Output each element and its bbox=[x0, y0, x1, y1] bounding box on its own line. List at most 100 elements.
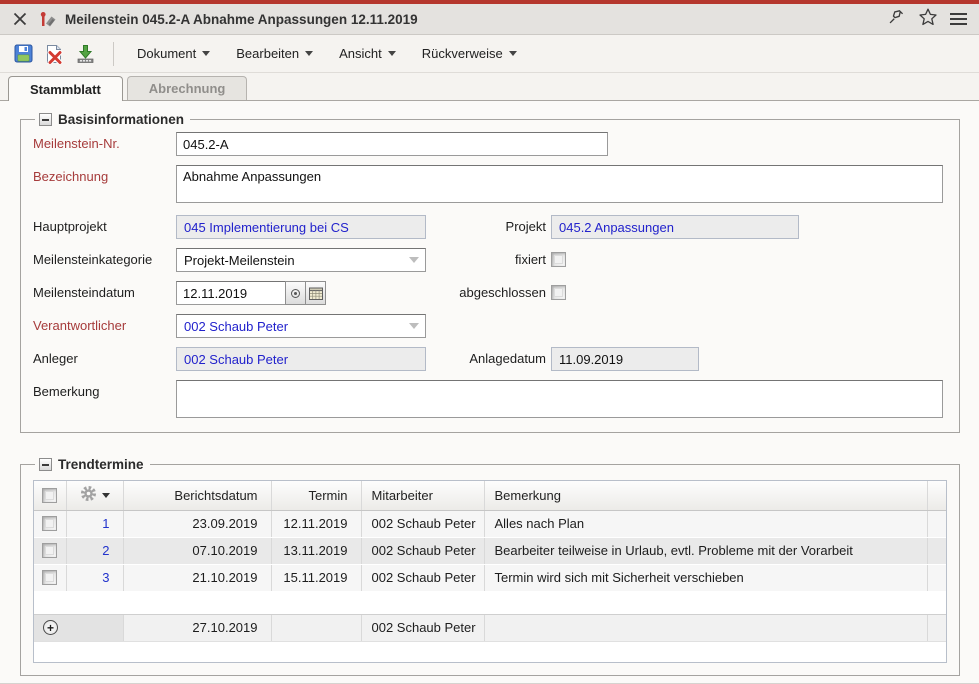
verantwortlicher-select[interactable]: 002 Schaub Peter bbox=[176, 314, 426, 338]
trendtermine-table: Berichtsdatum Termin Mitarbeiter Bemerku… bbox=[33, 480, 947, 663]
cell-bemerkung: Termin wird sich mit Sicherheit verschie… bbox=[484, 564, 927, 591]
cell-bemerkung: Bearbeiter teilweise in Urlaub, evtl. Pr… bbox=[484, 537, 927, 564]
chevron-down-icon bbox=[509, 51, 517, 60]
meilensteinkategorie-select[interactable]: Projekt-Meilenstein bbox=[176, 248, 426, 272]
new-termin[interactable] bbox=[271, 614, 361, 641]
actions-header[interactable] bbox=[66, 481, 123, 510]
fixiert-checkbox[interactable] bbox=[551, 252, 566, 267]
meilenstein-nr-input[interactable] bbox=[176, 132, 608, 156]
table-row: 2 07.10.2019 13.11.2019 002 Schaub Peter… bbox=[34, 537, 946, 564]
chevron-down-icon bbox=[409, 257, 419, 268]
toolbar: Dokument Bearbeiten Ansicht Rückverweise bbox=[0, 35, 979, 73]
menu-rueckverweise[interactable]: Rückverweise bbox=[422, 46, 517, 61]
add-row: + 27.10.2019 002 Schaub Peter bbox=[34, 614, 946, 641]
tab-stammblatt[interactable]: Stammblatt bbox=[8, 76, 123, 101]
new-mitarbeiter[interactable]: 002 Schaub Peter bbox=[361, 614, 484, 641]
chevron-down-icon bbox=[388, 51, 396, 60]
chevron-down-icon bbox=[409, 323, 419, 334]
table-header-row: Berichtsdatum Termin Mitarbeiter Bemerku… bbox=[34, 481, 946, 510]
content: Basisinformationen Meilenstein-Nr. Bezei… bbox=[0, 101, 979, 676]
hauptprojekt-label: Hauptprojekt bbox=[33, 215, 176, 234]
table-fill bbox=[34, 641, 946, 662]
row-number-link[interactable]: 3 bbox=[66, 564, 123, 591]
select-all-header bbox=[34, 481, 66, 510]
table-row: 1 23.09.2019 12.11.2019 002 Schaub Peter… bbox=[34, 510, 946, 537]
section-trendtermine: Trendtermine bbox=[20, 457, 960, 676]
cell-termin: 15.11.2019 bbox=[271, 564, 361, 591]
pin-icon[interactable] bbox=[887, 7, 906, 31]
col-header-berichtsdatum[interactable]: Berichtsdatum bbox=[123, 481, 271, 510]
today-icon[interactable] bbox=[285, 281, 306, 305]
chevron-down-icon bbox=[305, 51, 313, 60]
row-checkbox[interactable] bbox=[42, 570, 57, 585]
row-number-link[interactable]: 2 bbox=[66, 537, 123, 564]
header-spacer bbox=[927, 481, 946, 510]
col-header-termin[interactable]: Termin bbox=[271, 481, 361, 510]
collapse-icon[interactable] bbox=[39, 113, 52, 126]
section-basisinformationen: Basisinformationen Meilenstein-Nr. Bezei… bbox=[20, 112, 960, 433]
meilensteinkategorie-label: Meilensteinkategorie bbox=[33, 248, 176, 267]
cell-berichtsdatum: 21.10.2019 bbox=[123, 564, 271, 591]
cell-mitarbeiter: 002 Schaub Peter bbox=[361, 564, 484, 591]
cell-berichtsdatum: 07.10.2019 bbox=[123, 537, 271, 564]
milestone-dialog: Meilenstein 045.2-A Abnahme Anpassungen … bbox=[0, 0, 979, 684]
row-number-link[interactable]: 1 bbox=[66, 510, 123, 537]
col-header-bemerkung[interactable]: Bemerkung bbox=[484, 481, 927, 510]
menu-dokument[interactable]: Dokument bbox=[137, 46, 210, 61]
bezeichnung-textarea[interactable] bbox=[176, 165, 943, 203]
collapse-icon[interactable] bbox=[39, 458, 52, 471]
col-header-mitarbeiter[interactable]: Mitarbeiter bbox=[361, 481, 484, 510]
meilensteindatum-input[interactable] bbox=[176, 281, 286, 305]
projekt-field[interactable]: 045.2 Anpassungen bbox=[551, 215, 799, 239]
section-basisinformationen-legend: Basisinformationen bbox=[35, 112, 190, 127]
row-checkbox[interactable] bbox=[42, 516, 57, 531]
gear-icon[interactable] bbox=[80, 485, 97, 505]
bemerkung-label: Bemerkung bbox=[33, 380, 176, 399]
cell-termin: 13.11.2019 bbox=[271, 537, 361, 564]
cell-mitarbeiter: 002 Schaub Peter bbox=[361, 510, 484, 537]
anleger-label: Anleger bbox=[33, 347, 176, 366]
abgeschlossen-label: abgeschlossen bbox=[426, 281, 546, 300]
projekt-label: Projekt bbox=[426, 215, 546, 234]
menu-bearbeiten[interactable]: Bearbeiten bbox=[236, 46, 313, 61]
abgeschlossen-checkbox[interactable] bbox=[551, 285, 566, 300]
save-button[interactable] bbox=[10, 41, 36, 67]
window-title: Meilenstein 045.2-A Abnahme Anpassungen … bbox=[65, 12, 418, 27]
new-bemerkung[interactable] bbox=[484, 614, 927, 641]
cell-termin: 12.11.2019 bbox=[271, 510, 361, 537]
cell-mitarbeiter: 002 Schaub Peter bbox=[361, 537, 484, 564]
milestone-icon bbox=[39, 11, 57, 28]
menu-ansicht[interactable]: Ansicht bbox=[339, 46, 396, 61]
anleger-field[interactable]: 002 Schaub Peter bbox=[176, 347, 426, 371]
add-row-button[interactable]: + bbox=[43, 620, 58, 635]
toolbar-separator bbox=[113, 42, 114, 66]
favorite-star-icon[interactable] bbox=[918, 7, 938, 32]
bemerkung-textarea[interactable] bbox=[176, 380, 943, 418]
calendar-icon[interactable] bbox=[305, 281, 326, 305]
verantwortlicher-label: Verantwortlicher bbox=[33, 314, 176, 333]
discard-button[interactable] bbox=[41, 41, 67, 67]
chevron-down-icon bbox=[202, 51, 210, 60]
select-all-checkbox[interactable] bbox=[42, 488, 57, 503]
anlagedatum-field: 11.09.2019 bbox=[551, 347, 699, 371]
anlagedatum-label: Anlagedatum bbox=[426, 347, 546, 366]
bezeichnung-label: Bezeichnung bbox=[33, 165, 176, 184]
section-trendtermine-legend: Trendtermine bbox=[35, 457, 150, 472]
cell-berichtsdatum: 23.09.2019 bbox=[123, 510, 271, 537]
tabstrip: Stammblatt Abrechnung bbox=[0, 73, 979, 101]
meilensteindatum-label: Meilensteindatum bbox=[33, 281, 176, 300]
meilenstein-nr-label: Meilenstein-Nr. bbox=[33, 132, 176, 151]
chevron-down-icon bbox=[102, 493, 110, 502]
fixiert-label: fixiert bbox=[426, 248, 546, 267]
cell-bemerkung: Alles nach Plan bbox=[484, 510, 927, 537]
table-gap bbox=[34, 591, 946, 614]
titlebar: Meilenstein 045.2-A Abnahme Anpassungen … bbox=[0, 4, 979, 35]
close-icon[interactable] bbox=[12, 11, 28, 27]
import-button[interactable] bbox=[72, 41, 98, 67]
menu-icon[interactable] bbox=[950, 10, 967, 28]
hauptprojekt-field[interactable]: 045 Implementierung bei CS bbox=[176, 215, 426, 239]
table-row: 3 21.10.2019 15.11.2019 002 Schaub Peter… bbox=[34, 564, 946, 591]
tab-abrechnung[interactable]: Abrechnung bbox=[127, 76, 248, 100]
row-checkbox[interactable] bbox=[42, 543, 57, 558]
new-berichtsdatum[interactable]: 27.10.2019 bbox=[123, 614, 271, 641]
